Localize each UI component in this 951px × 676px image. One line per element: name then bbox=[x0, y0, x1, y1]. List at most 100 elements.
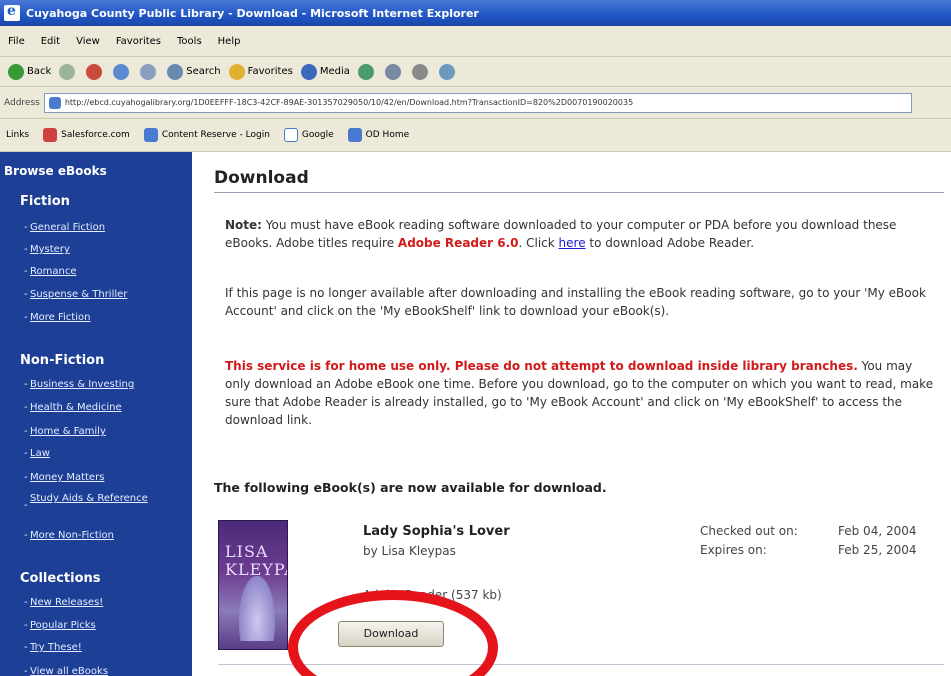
address-input[interactable]: http://ebcd.cuyahogalibrary.org/1D0EEFFF… bbox=[43, 92, 912, 113]
sidebar-item-suspense-thriller[interactable]: Suspense & Thriller bbox=[30, 289, 127, 300]
search-button[interactable]: Search bbox=[167, 63, 221, 80]
links-label: Links bbox=[6, 130, 30, 140]
favorites-button[interactable]: Favorites bbox=[228, 63, 293, 80]
home-button[interactable] bbox=[140, 63, 159, 80]
search-icon bbox=[167, 63, 184, 80]
back-button[interactable]: Back bbox=[8, 63, 52, 80]
link-content-reserve[interactable]: Content Reserve - Login bbox=[143, 128, 270, 142]
here-link[interactable]: here bbox=[559, 236, 586, 250]
bullet-dash: - bbox=[24, 448, 28, 459]
book-cover[interactable]: LISA KLEYPAS bbox=[218, 520, 288, 650]
sidebar-item-general-fiction[interactable]: General Fiction bbox=[30, 222, 105, 233]
checked-out-date: Feb 04, 2004 bbox=[838, 524, 917, 538]
salesforce-icon bbox=[43, 128, 58, 142]
bullet-dash: - bbox=[24, 597, 28, 608]
stop-button[interactable] bbox=[86, 63, 105, 80]
link-od-home-label: OD Home bbox=[365, 130, 410, 140]
page-icon bbox=[48, 96, 61, 109]
ie-page-icon bbox=[347, 128, 362, 142]
link-salesforce-label: Salesforce.com bbox=[61, 130, 130, 140]
window-title: Cuyahoga County Public Library - Downloa… bbox=[26, 6, 479, 20]
address-bar: Address http://ebcd.cuyahogalibrary.org/… bbox=[0, 87, 951, 119]
sidebar-item-law[interactable]: Law bbox=[30, 448, 50, 459]
address-label: Address bbox=[4, 97, 40, 108]
standard-toolbar: Back Search Favorites Media bbox=[0, 57, 951, 87]
bullet-dash: - bbox=[24, 312, 28, 323]
note-text-3: to download Adobe Reader. bbox=[585, 236, 755, 250]
sidebar-item-mystery[interactable]: Mystery bbox=[30, 244, 70, 255]
link-google-label: Google bbox=[301, 130, 334, 140]
back-arrow-icon bbox=[8, 63, 24, 80]
sidebar-item-more-fiction[interactable]: More Fiction bbox=[30, 312, 90, 323]
browse-sidebar: Browse eBooks Fiction - General Fiction -… bbox=[0, 152, 192, 676]
book-title: Lady Sophia's Lover bbox=[363, 524, 510, 539]
book-author: by Lisa Kleypas bbox=[363, 544, 456, 558]
link-salesforce[interactable]: Salesforce.com bbox=[43, 128, 130, 142]
forward-button[interactable] bbox=[59, 63, 78, 80]
stop-icon bbox=[86, 63, 103, 80]
google-icon bbox=[283, 128, 298, 142]
sidebar-item-health-medicine[interactable]: Health & Medicine bbox=[30, 402, 122, 413]
sidebar-item-business-investing[interactable]: Business & Investing bbox=[30, 379, 134, 390]
sidebar-item-study-aids[interactable]: Study Aids & Reference bbox=[30, 494, 150, 504]
home-use-warning: This service is for home use only. Pleas… bbox=[225, 359, 858, 373]
window-titlebar: Cuyahoga County Public Library - Downloa… bbox=[0, 0, 951, 26]
history-button[interactable] bbox=[357, 63, 377, 80]
menu-view[interactable]: View bbox=[76, 36, 100, 47]
page-title: Download bbox=[214, 168, 309, 188]
sidebar-item-money-matters[interactable]: Money Matters bbox=[30, 472, 104, 483]
expires-date: Feb 25, 2004 bbox=[838, 543, 917, 557]
heading-fiction: Fiction bbox=[20, 194, 70, 209]
refresh-icon bbox=[113, 63, 130, 80]
cover-author-text: LISA KLEYPAS bbox=[225, 542, 287, 579]
ie-icon bbox=[4, 3, 20, 21]
note-text-2: . Click bbox=[518, 236, 559, 250]
cover-figure bbox=[239, 576, 275, 641]
sidebar-item-popular-picks[interactable]: Popular Picks bbox=[30, 620, 96, 631]
bullet-dash: - bbox=[24, 530, 28, 541]
link-google[interactable]: Google bbox=[283, 128, 334, 142]
note-paragraph: Note: You must have eBook reading softwa… bbox=[225, 216, 935, 252]
address-url: http://ebcd.cuyahogalibrary.org/1D0EEFFF… bbox=[64, 98, 634, 107]
sidebar-item-home-family[interactable]: Home & Family bbox=[30, 426, 106, 437]
edit-icon bbox=[438, 63, 455, 80]
mail-button[interactable] bbox=[384, 63, 404, 80]
heading-nonfiction: Non-Fiction bbox=[20, 353, 105, 368]
back-label: Back bbox=[27, 66, 52, 77]
checked-out-label: Checked out on: bbox=[700, 524, 798, 538]
menu-tools[interactable]: Tools bbox=[177, 36, 202, 47]
search-label: Search bbox=[186, 66, 221, 77]
sidebar-title: Browse eBooks bbox=[4, 164, 107, 178]
link-od-home[interactable]: OD Home bbox=[347, 128, 410, 142]
media-button[interactable]: Media bbox=[300, 63, 350, 80]
links-bar: Links Salesforce.com Content Reserve - L… bbox=[0, 119, 951, 152]
menu-edit[interactable]: Edit bbox=[41, 36, 60, 47]
sidebar-item-romance[interactable]: Romance bbox=[30, 266, 76, 277]
bullet-dash: - bbox=[24, 620, 28, 631]
title-divider bbox=[214, 192, 944, 193]
menu-help[interactable]: Help bbox=[218, 36, 241, 47]
main-content: Download Note: You must have eBook readi… bbox=[192, 152, 951, 676]
history-icon bbox=[357, 63, 374, 80]
edit-button[interactable] bbox=[438, 63, 458, 80]
bullet-dash: - bbox=[24, 379, 28, 390]
adobe-requirement: Adobe Reader 6.0 bbox=[397, 236, 519, 250]
print-button[interactable] bbox=[411, 63, 431, 80]
sidebar-item-more-nonfiction[interactable]: More Non-Fiction bbox=[30, 530, 114, 541]
link-content-reserve-label: Content Reserve - Login bbox=[161, 130, 270, 140]
menu-file[interactable]: File bbox=[8, 36, 25, 47]
sidebar-item-try-these[interactable]: Try These! bbox=[30, 642, 82, 653]
warning-paragraph: This service is for home use only. Pleas… bbox=[225, 357, 935, 429]
home-icon bbox=[140, 63, 157, 80]
menu-favorites[interactable]: Favorites bbox=[116, 36, 161, 47]
mail-icon bbox=[384, 63, 401, 80]
bullet-dash: - bbox=[24, 426, 28, 437]
bullet-dash: - bbox=[24, 500, 28, 511]
bullet-dash: - bbox=[24, 289, 28, 300]
star-icon bbox=[228, 63, 245, 80]
sidebar-item-new-releases[interactable]: New Releases! bbox=[30, 597, 103, 608]
sidebar-item-view-all[interactable]: View all eBooks bbox=[30, 666, 108, 676]
ie-page-icon bbox=[143, 128, 158, 142]
refresh-button[interactable] bbox=[113, 63, 132, 80]
bullet-dash: - bbox=[24, 402, 28, 413]
